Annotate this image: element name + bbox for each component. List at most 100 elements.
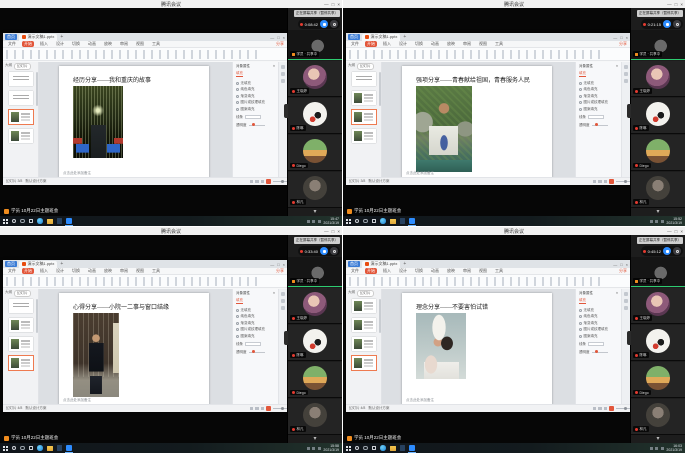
zoom-slider-knob[interactable] <box>624 407 627 410</box>
ribbon-tab-insert[interactable]: 插入 <box>381 41 393 47</box>
meeting-toolbar-button[interactable] <box>663 20 671 28</box>
slide-thumbnail-1[interactable] <box>9 72 33 86</box>
task-view-icon[interactable] <box>372 219 377 224</box>
participant-tile[interactable]: 林凡 <box>288 172 342 208</box>
sidebar-collapse-handle[interactable] <box>284 104 288 118</box>
participant-tile-host[interactable]: 学员 · 共享中 <box>288 30 342 60</box>
fill-option-solid[interactable]: 纯色填充 <box>579 87 618 92</box>
edge-browser-taskbar-icon[interactable] <box>380 445 386 451</box>
animation-tool-icon[interactable] <box>624 299 628 303</box>
fill-option-picture[interactable]: 图片或纹理填充 <box>579 100 618 105</box>
chevron-down-icon[interactable]: ▾ <box>656 436 659 443</box>
notes-hint[interactable]: 点击此处添加备注 <box>63 171 91 176</box>
ribbon-tab-tools[interactable]: 工具 <box>150 41 162 47</box>
slide[interactable]: 经历分享——我和重庆的故事 <box>59 66 209 178</box>
wps-maximize-button[interactable]: □ <box>620 35 622 40</box>
wps-close-button[interactable]: × <box>626 35 628 40</box>
new-tab-button[interactable]: + <box>403 34 406 40</box>
fill-option-none[interactable]: 无填充 <box>579 308 618 313</box>
sorter-view-icon[interactable] <box>598 180 602 184</box>
slide-thumbnail-4[interactable] <box>352 356 376 370</box>
wps-maximize-button[interactable]: □ <box>277 262 279 267</box>
panel-close-icon[interactable]: × <box>273 64 275 69</box>
fill-section-label[interactable]: 填充 <box>236 298 243 304</box>
outline-tab[interactable]: 大纲 <box>5 290 12 297</box>
tray-network-icon[interactable] <box>650 447 653 450</box>
edge-browser-taskbar-icon[interactable] <box>37 445 43 451</box>
close-button[interactable]: × <box>680 229 683 234</box>
participant-tile[interactable]: 陈琳 <box>631 98 685 134</box>
chevron-down-icon[interactable]: ▾ <box>656 209 659 216</box>
panel-close-icon[interactable]: × <box>616 64 618 69</box>
slide-thumbnail-4[interactable] <box>352 129 376 143</box>
annotation-button[interactable] <box>673 20 681 28</box>
slide-thumbnail-2[interactable] <box>9 318 33 332</box>
edge-browser-taskbar-icon[interactable] <box>380 218 386 224</box>
meeting-toolbar-button[interactable] <box>320 20 328 28</box>
meeting-toolbar-button[interactable] <box>320 247 328 255</box>
outline-tab[interactable]: 大纲 <box>348 290 355 297</box>
wps-minimize-button[interactable]: — <box>613 262 617 267</box>
participant-tile[interactable]: 王晓婷 <box>288 61 342 97</box>
fill-option-none[interactable]: 无填充 <box>579 81 618 86</box>
search-icon[interactable] <box>355 219 359 223</box>
slide-canvas[interactable]: 理念分享——不要害怕试错 点击此处添加备注 <box>382 289 575 404</box>
slide-thumbnail-2[interactable] <box>9 91 33 105</box>
new-tab-button[interactable]: + <box>60 34 63 40</box>
ribbon-tab-animation[interactable]: 动画 <box>86 41 98 47</box>
tray-volume-icon[interactable] <box>655 220 658 223</box>
search-icon[interactable] <box>12 446 16 450</box>
opacity-slider[interactable] <box>592 125 608 126</box>
cortana-icon[interactable] <box>363 446 368 451</box>
thumbnail-scrollbar[interactable] <box>36 72 38 106</box>
wps-minimize-button[interactable]: — <box>270 35 274 40</box>
participant-tile-host[interactable]: 学员 · 共享中 <box>288 257 342 287</box>
ribbon-tab-insert[interactable]: 插入 <box>38 268 50 274</box>
tray-input-icon[interactable] <box>661 447 664 450</box>
chevron-down-icon[interactable]: ▾ <box>313 436 316 443</box>
start-button[interactable] <box>3 219 8 224</box>
participant-tile[interactable]: 王晓婷 <box>288 288 342 324</box>
slides-tab[interactable]: 幻灯片 <box>357 63 374 70</box>
help-tool-icon[interactable] <box>624 306 628 310</box>
sidebar-collapse-handle[interactable] <box>627 104 631 118</box>
fill-option-solid[interactable]: 纯色填充 <box>236 314 275 319</box>
wps-maximize-button[interactable]: □ <box>277 35 279 40</box>
file-explorer-taskbar-icon[interactable] <box>390 219 396 224</box>
minimize-button[interactable]: — <box>667 229 672 234</box>
cortana-icon[interactable] <box>20 219 25 224</box>
slide-thumbnail-3[interactable] <box>9 110 33 124</box>
zoom-slider[interactable] <box>616 408 630 409</box>
fill-section-label[interactable]: 填充 <box>579 71 586 77</box>
slide-title-text[interactable]: 强项分享——青春献给祖国，青春服务人民 <box>416 75 530 84</box>
ribbon-tab-slideshow[interactable]: 放映 <box>102 268 114 274</box>
play-slideshow-button[interactable] <box>266 179 271 184</box>
zoom-slider[interactable] <box>616 181 630 182</box>
ribbon-toolbar[interactable] <box>346 275 630 288</box>
ribbon-tab-review[interactable]: 审阅 <box>461 41 473 47</box>
maximize-button[interactable]: □ <box>332 229 335 234</box>
slide[interactable]: 心得分享——小院一二事与窗口结缘 <box>59 293 209 405</box>
fill-option-none[interactable]: 无填充 <box>236 308 275 313</box>
minimize-button[interactable]: — <box>324 2 329 7</box>
properties-tool-icon[interactable] <box>281 292 285 296</box>
participant-tile[interactable]: 林凡 <box>288 399 342 435</box>
fill-option-solid[interactable]: 纯色填充 <box>579 314 618 319</box>
tray-input-icon[interactable] <box>318 220 321 223</box>
participant-tile[interactable]: 林凡 <box>631 172 685 208</box>
slide-thumbnail-4[interactable] <box>9 356 33 370</box>
properties-tool-icon[interactable] <box>624 65 628 69</box>
animation-tool-icon[interactable] <box>624 72 628 76</box>
meeting-title-banner[interactable]: 学员 10月22日主题班会 <box>4 208 58 214</box>
fill-option-solid[interactable]: 纯色填充 <box>236 87 275 92</box>
reading-view-icon[interactable] <box>261 180 265 184</box>
file-menu[interactable]: 文件 <box>6 41 18 47</box>
wps-close-button[interactable]: × <box>283 262 285 267</box>
tray-network-icon[interactable] <box>650 220 653 223</box>
slide-thumbnail-2[interactable] <box>352 318 376 332</box>
ribbon-tab-review[interactable]: 审阅 <box>461 268 473 274</box>
tray-volume-icon[interactable] <box>312 220 315 223</box>
ribbon-tab-view[interactable]: 视图 <box>134 268 146 274</box>
zoom-slider[interactable] <box>273 181 287 182</box>
animation-tool-icon[interactable] <box>281 299 285 303</box>
